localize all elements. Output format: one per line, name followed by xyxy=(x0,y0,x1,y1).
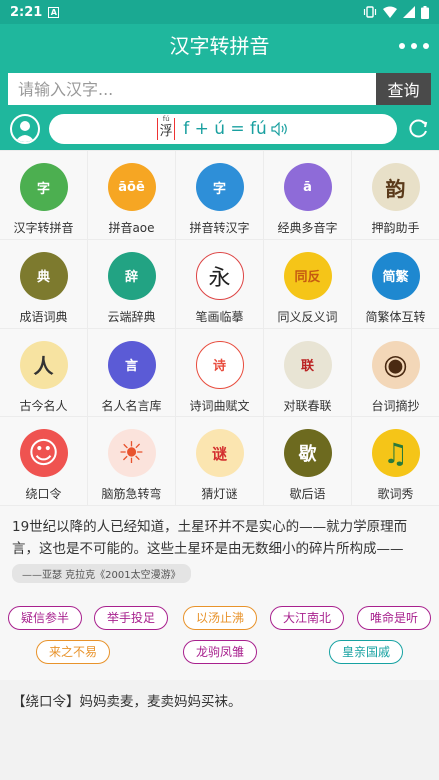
feature-item[interactable]: 诗诗词曲赋文 xyxy=(176,328,263,417)
notification-badge-icon: A xyxy=(48,7,60,18)
pinyin-demo-bar[interactable]: fú 浮 f + ú = fú xyxy=(49,114,397,144)
pinyin-to-hanzi-icon: 字 xyxy=(195,163,244,211)
feature-label: 歌词秀 xyxy=(377,487,414,502)
pinyin-demo-formula: f + ú = fú xyxy=(183,119,267,139)
tongue-twister-icon: ☺ xyxy=(19,429,68,478)
pinyin-demo-character: 浮 xyxy=(159,124,173,139)
famous-quotes-icon: 言 xyxy=(107,340,156,389)
more-options-icon[interactable] xyxy=(399,34,429,58)
idiom-tag[interactable]: 龙驹凤雏 xyxy=(183,640,257,664)
famous-people-icon: 人 xyxy=(19,340,68,389)
status-time: 2:21 xyxy=(10,4,43,20)
pinyin-demo-character-box: fú 浮 xyxy=(157,115,176,140)
feature-item[interactable]: ā 经典多音字 xyxy=(264,151,351,239)
feature-item[interactable]: ♫ 歌词秀 xyxy=(352,417,439,505)
wifi-icon xyxy=(383,6,397,18)
search-input[interactable] xyxy=(8,73,376,105)
feature-item[interactable]: 辞云端辞典 xyxy=(88,239,175,328)
synonym-antonym-icon: 同反 xyxy=(283,251,332,300)
feature-label: 歇后语 xyxy=(289,487,326,502)
refresh-icon[interactable] xyxy=(405,116,431,142)
idiom-tag[interactable]: 唯命是听 xyxy=(357,606,431,630)
feature-label: 经典多音字 xyxy=(277,221,338,235)
search-button[interactable]: 查询 xyxy=(376,73,431,105)
lantern-riddle-icon: 谜 xyxy=(195,429,244,478)
status-bar: 2:21 A xyxy=(0,0,439,24)
brain-teaser-icon: ☀ xyxy=(107,429,156,478)
feature-label: 台词摘抄 xyxy=(371,398,420,413)
couplet-icon: 联 xyxy=(283,340,332,389)
feature-item[interactable]: 人古今名人 xyxy=(0,328,87,417)
feature-label: 古今名人 xyxy=(19,398,68,413)
feature-item[interactable]: 韵押韵助手 xyxy=(352,151,439,239)
pinyin-aoe-icon: āōē xyxy=(107,163,156,211)
feature-label: 名人名言库 xyxy=(101,398,162,413)
feature-label: 拼音转汉字 xyxy=(189,221,250,235)
idiom-tag[interactable]: 皇亲国戚 xyxy=(329,640,403,664)
vibrate-icon xyxy=(363,6,377,18)
poetry-icon: 诗 xyxy=(195,340,244,389)
rhyme-icon: 韵 xyxy=(371,163,420,211)
idiom-tags: 疑信参半 举手投足 以汤止沸 大江南北 唯命是听 来之不易 龙驹凤雏 皇亲国戚 xyxy=(0,596,439,680)
feature-label: 押韵助手 xyxy=(371,221,420,235)
signal-icon xyxy=(403,6,415,18)
feature-item[interactable]: ☺ 绕口令 xyxy=(0,417,87,505)
lyrics-icon: ♫ xyxy=(371,429,420,478)
stroke-copy-icon: 永 xyxy=(195,251,244,300)
user-avatar-icon[interactable] xyxy=(10,114,40,144)
feature-item[interactable]: 简繁 简繁体互转 xyxy=(352,239,439,328)
feature-label: 同义反义词 xyxy=(277,309,338,324)
pinyin-demo-character-pinyin: fú xyxy=(162,115,170,123)
simplified-traditional-icon: 简繁 xyxy=(371,251,420,300)
idiom-tag[interactable]: 举手投足 xyxy=(94,606,168,630)
film-quotes-icon: ◉ xyxy=(371,340,420,389)
quote-text: 19世纪以降的人已经知道，土星环并不是实心的——就力学原理而言，这也是不可能的。… xyxy=(12,519,408,557)
status-icons xyxy=(363,5,429,19)
hanzi-to-pinyin-icon: 字 xyxy=(19,163,68,211)
feature-label: 猜灯谜 xyxy=(201,487,238,502)
feature-label: 绕口令 xyxy=(25,487,62,502)
feature-label: 拼音aoe xyxy=(108,221,155,235)
idiom-dictionary-icon: 典 xyxy=(19,251,68,300)
idiom-tag[interactable]: 疑信参半 xyxy=(8,606,82,630)
feature-item[interactable]: 谜猜灯谜 xyxy=(176,417,263,505)
idiom-tag[interactable]: 来之不易 xyxy=(36,640,110,664)
feature-item[interactable]: 同反 同义反义词 xyxy=(264,239,351,328)
feature-label: 云端辞典 xyxy=(107,309,156,324)
feature-item[interactable]: āōē 拼音aoe xyxy=(88,151,175,239)
feature-label: 对联春联 xyxy=(283,398,332,413)
feature-grid: 字汉字转拼音 āōē 拼音aoe 字拼音转汉字 ā 经典多音字 韵押韵助手 典成语词… xyxy=(0,150,439,506)
feature-label: 汉字转拼音 xyxy=(13,221,74,235)
cloud-dictionary-icon: 辞 xyxy=(107,251,156,300)
xiehouyu-icon: 歇 xyxy=(283,429,332,478)
feature-item[interactable]: 典成语词典 xyxy=(0,239,87,328)
feature-label: 脑筋急转弯 xyxy=(101,487,162,502)
feature-item[interactable]: 歇歇后语 xyxy=(264,417,351,505)
quote-source: ——亚瑟 克拉克《2001太空漫游》 xyxy=(12,564,191,583)
polyphonic-icon: ā xyxy=(283,163,332,211)
feature-item[interactable]: 联对联春联 xyxy=(264,328,351,417)
feature-item[interactable]: 永笔画临摹 xyxy=(176,239,263,328)
daily-quote[interactable]: 19世纪以降的人已经知道，土星环并不是实心的——就力学原理而言，这也是不可能的。… xyxy=(0,506,439,596)
feature-item[interactable]: 字拼音转汉字 xyxy=(176,151,263,239)
feature-item[interactable]: 言名人名言库 xyxy=(88,328,175,417)
feature-label: 成语词典 xyxy=(19,309,68,324)
app-bar: 汉字转拼音 xyxy=(0,24,439,68)
tongue-twister-text[interactable]: 【绕口令】妈妈卖麦，麦卖妈妈买袜。 xyxy=(0,680,439,780)
feature-label: 简繁体互转 xyxy=(365,309,426,324)
feature-item[interactable]: ☀ 脑筋急转弯 xyxy=(88,417,175,505)
search-section: 查询 fú 浮 f + ú = fú xyxy=(0,68,439,150)
idiom-tag[interactable]: 以汤止沸 xyxy=(183,606,257,630)
idiom-tag[interactable]: 大江南北 xyxy=(270,606,344,630)
battery-icon xyxy=(421,5,429,19)
feature-item[interactable]: 字汉字转拼音 xyxy=(0,151,87,239)
feature-item[interactable]: ◉ 台词摘抄 xyxy=(352,328,439,417)
speaker-icon[interactable] xyxy=(271,122,289,136)
page-title: 汉字转拼音 xyxy=(169,34,270,58)
feature-label: 笔画临摹 xyxy=(195,309,244,324)
feature-label: 诗词曲赋文 xyxy=(189,398,250,413)
